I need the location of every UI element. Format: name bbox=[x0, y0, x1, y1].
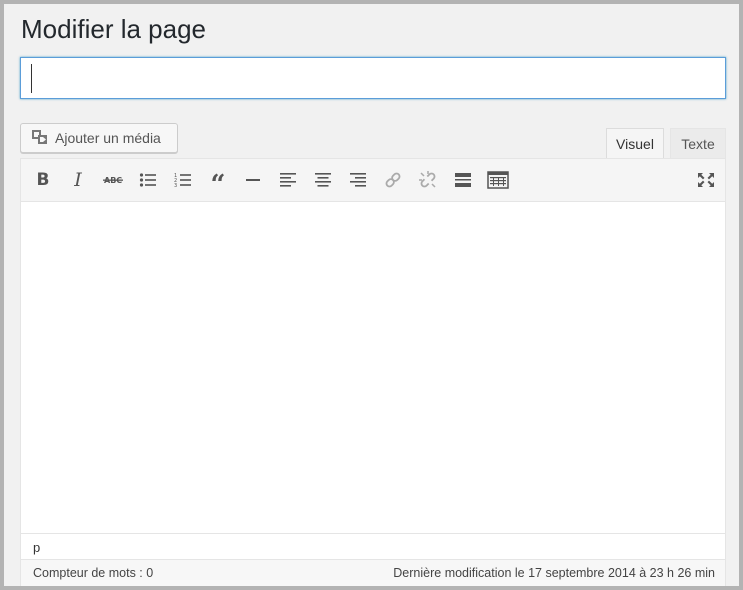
text-caret bbox=[31, 64, 32, 93]
align-right-icon bbox=[350, 173, 366, 187]
strikethrough-icon: ABC bbox=[103, 176, 123, 185]
element-path-bar: p bbox=[21, 533, 725, 559]
align-left-icon bbox=[280, 173, 296, 187]
unlink-icon bbox=[419, 171, 436, 188]
align-center-button[interactable] bbox=[311, 168, 335, 192]
fullscreen-button[interactable] bbox=[694, 168, 718, 192]
tab-texte-label: Texte bbox=[681, 135, 715, 152]
numbered-list-icon: 1 2 3 bbox=[174, 173, 191, 188]
horizontal-line-button[interactable] bbox=[241, 168, 265, 192]
horizontal-line-icon bbox=[246, 179, 260, 181]
kitchen-sink-icon bbox=[487, 171, 509, 189]
element-path[interactable]: p bbox=[33, 540, 40, 555]
post-status-bar: Compteur de mots : 0 Dernière modificati… bbox=[21, 559, 725, 586]
italic-icon: I bbox=[74, 169, 82, 191]
remove-link-button[interactable] bbox=[416, 168, 440, 192]
align-right-button[interactable] bbox=[346, 168, 370, 192]
align-left-button[interactable] bbox=[276, 168, 300, 192]
page-title: Modifier la page bbox=[21, 14, 206, 44]
bullet-list-icon bbox=[139, 173, 156, 187]
numbered-list-button[interactable]: 1 2 3 bbox=[171, 168, 195, 192]
word-count: Compteur de mots : 0 bbox=[33, 566, 154, 580]
fullscreen-icon bbox=[698, 173, 714, 187]
title-input[interactable] bbox=[20, 57, 726, 99]
strikethrough-button[interactable]: ABC bbox=[101, 168, 125, 192]
quote-icon: “ bbox=[210, 172, 226, 188]
italic-button[interactable]: I bbox=[66, 168, 90, 192]
bullet-list-button[interactable] bbox=[136, 168, 160, 192]
svg-text:3: 3 bbox=[174, 183, 177, 188]
tab-visuel[interactable]: Visuel bbox=[606, 128, 664, 159]
bold-icon: B bbox=[36, 170, 50, 190]
bold-button[interactable]: B bbox=[31, 168, 55, 192]
tab-texte[interactable]: Texte bbox=[670, 128, 726, 158]
read-more-button[interactable] bbox=[451, 168, 475, 192]
editor-container: B I ABC 1 2 3 “ p Compteur de mots: 0 D… bbox=[20, 158, 726, 586]
editor-screen: Modifier la page Ajouter un média Visuel… bbox=[0, 0, 743, 590]
toolbar-toggle-button[interactable] bbox=[486, 168, 510, 192]
last-edit-info: Dernière modification le 17 septembre 20… bbox=[393, 566, 715, 580]
tab-visuel-label: Visuel bbox=[616, 136, 654, 152]
blockquote-button[interactable]: “ bbox=[206, 168, 230, 192]
align-center-icon bbox=[315, 173, 331, 187]
link-icon bbox=[385, 172, 401, 188]
add-media-icon bbox=[31, 129, 49, 148]
add-media-button[interactable]: Ajouter un média bbox=[20, 123, 178, 153]
read-more-icon bbox=[455, 173, 471, 187]
add-media-label: Ajouter un média bbox=[55, 130, 161, 146]
editor-toolbar: B I ABC 1 2 3 “ bbox=[21, 159, 725, 202]
insert-link-button[interactable] bbox=[381, 168, 405, 192]
editor-content-area[interactable] bbox=[21, 202, 725, 532]
